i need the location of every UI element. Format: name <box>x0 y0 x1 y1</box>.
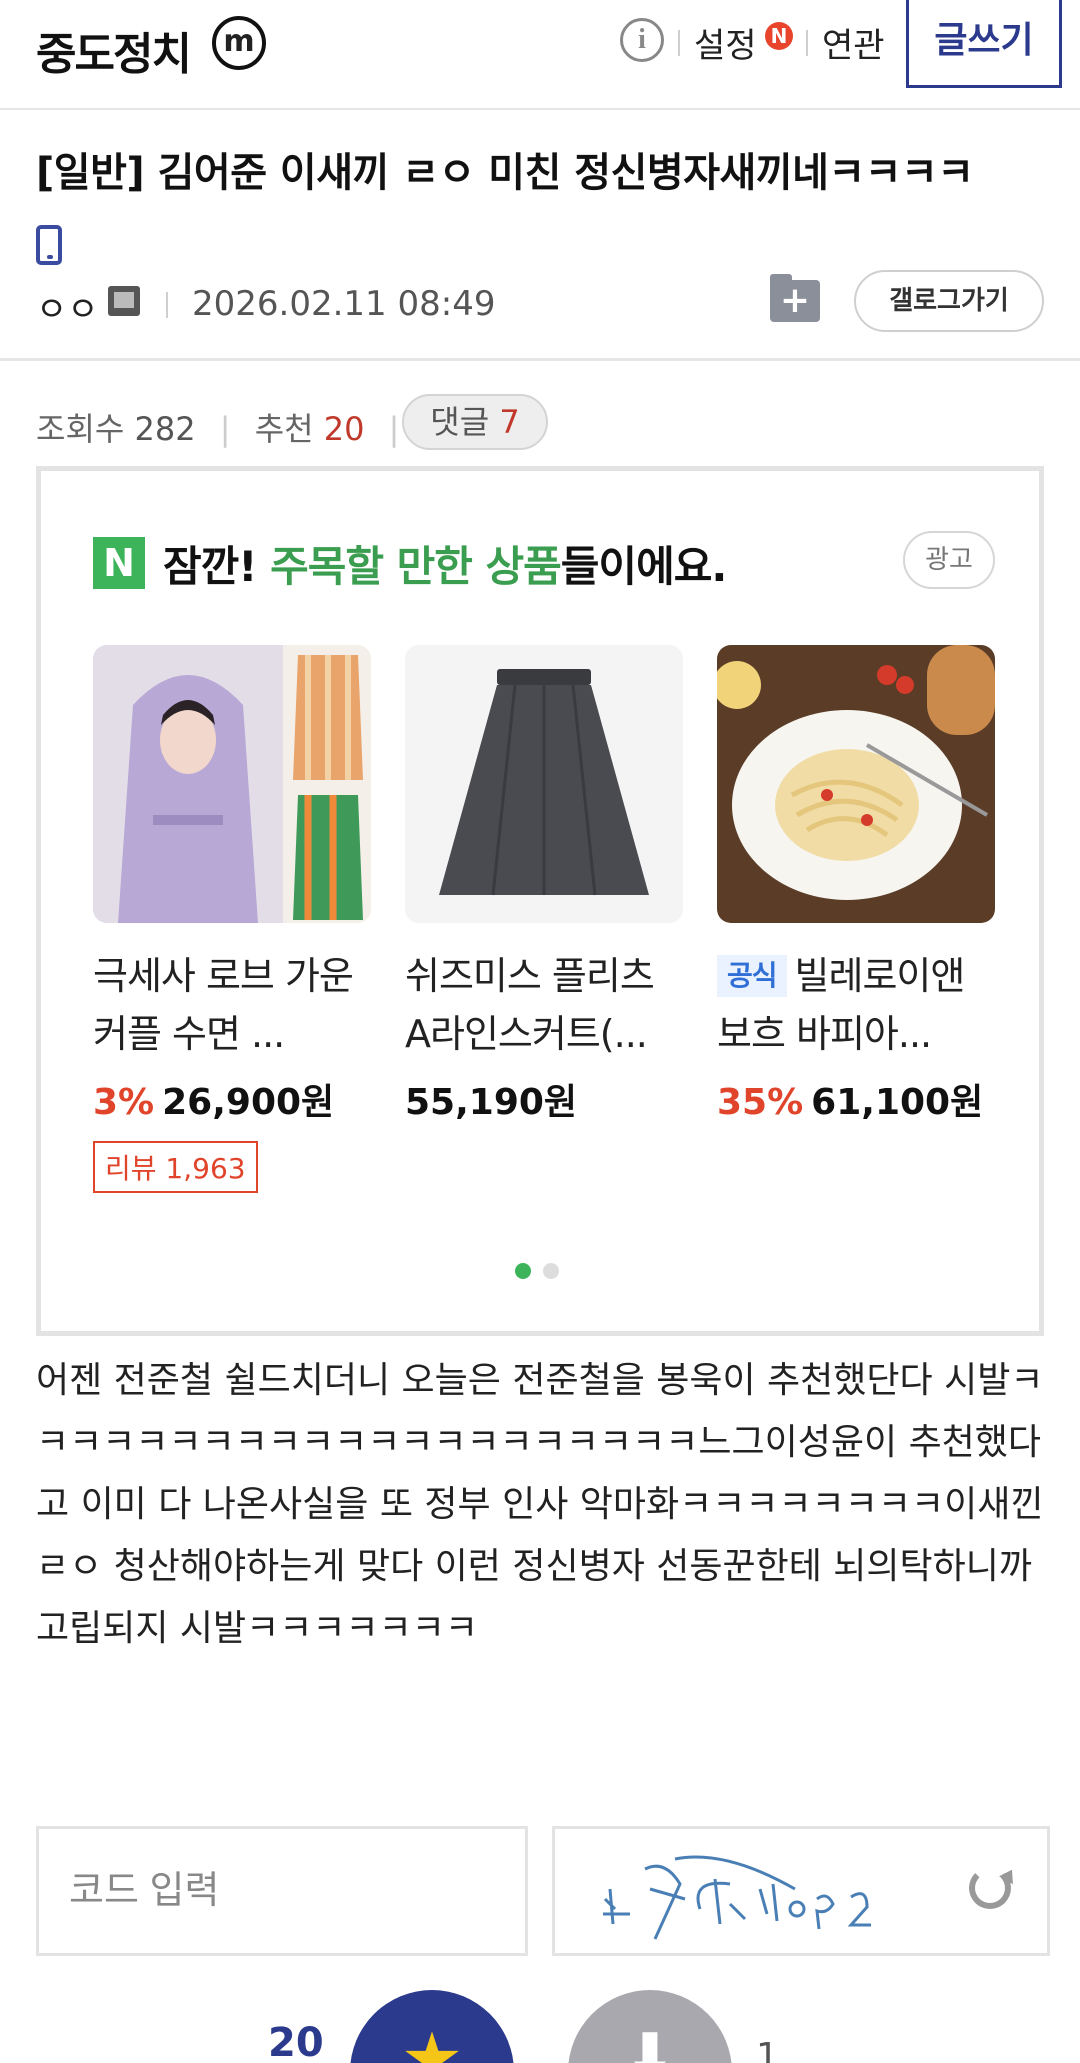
divider <box>678 30 680 56</box>
upvote-count: 20 <box>268 2020 324 2063</box>
product-card[interactable]: 극세사 로브 가운 커플 수면 ... 3% 26,900원 리뷰 1,963 <box>93 645 371 1193</box>
page-dot-active[interactable] <box>515 1263 531 1279</box>
post-title: [일반] 김어준 이새끼 ㄹㅇ 미친 정신병자새끼네ㅋㅋㅋㅋ <box>36 140 1046 272</box>
views-count: 282 <box>134 410 196 448</box>
ad-badge[interactable]: 광고 <box>903 531 995 589</box>
ad-title: 잠깐! 주목할 만한 상품들이에요. <box>163 533 728 594</box>
ad-box: N 잠깐! 주목할 만한 상품들이에요. 광고 극세사 로브 가운 커플 수면 … <box>36 466 1044 1336</box>
recommend-label: 추천 <box>254 410 314 448</box>
divider: | <box>388 410 400 448</box>
down-arrow-icon: ⬇ <box>624 2021 676 2063</box>
new-badge: N <box>765 22 793 50</box>
product-name[interactable]: 공식 빌레로이앤보흐 바피아... <box>717 947 995 1063</box>
product-price: 3% 26,900원 <box>93 1073 371 1125</box>
product-card[interactable]: 공식 빌레로이앤보흐 바피아... 35% 61,100원 <box>717 645 995 1125</box>
product-price: 55,190원 <box>405 1073 683 1125</box>
product-price-value: 26,900원 <box>162 1082 335 1123</box>
upvote-button[interactable]: ★ <box>350 1990 514 2063</box>
info-icon[interactable]: i <box>620 18 664 62</box>
captcha-input[interactable]: 코드 입력 <box>36 1826 528 1956</box>
comment-count: 7 <box>499 403 520 441</box>
ad-title-highlight: 주목할 만한 상품 <box>270 542 562 591</box>
carousel-pagination <box>515 1263 571 1283</box>
related-link[interactable]: 연관 <box>822 18 885 67</box>
post-date: 2026.02.11 08:49 <box>192 284 496 324</box>
minor-gallery-icon: m <box>212 16 266 70</box>
page-dot[interactable] <box>543 1263 559 1279</box>
divider <box>166 292 168 318</box>
captcha-image <box>552 1826 1050 1956</box>
post-body: 어젠 전준철 쉴드치더니 오늘은 전준철을 봉욱이 추천했단다 시발ㅋㅋㅋㅋㅋㅋ… <box>36 1360 1044 1649</box>
fixed-nick-icon <box>108 286 140 316</box>
mobile-icon <box>36 225 62 265</box>
ad-title-post: 들이에요. <box>560 542 728 591</box>
product-discount: 3% <box>93 1082 155 1123</box>
review-badge: 리뷰 1,963 <box>93 1141 258 1193</box>
top-bar: 중도정치 m i 설정 N 연관 글쓰기 <box>0 0 1080 110</box>
product-price-value: 61,100원 <box>811 1082 984 1123</box>
product-card[interactable]: 쉬즈미스 플리츠 A라인스커트(... 55,190원 <box>405 645 683 1125</box>
product-image[interactable] <box>405 645 683 923</box>
divider: | <box>219 410 231 448</box>
refresh-icon[interactable] <box>969 1867 1011 1909</box>
star-icon: ★ <box>400 2017 464 2063</box>
downvote-count: 1 <box>756 2036 779 2063</box>
comment-label: 댓글 <box>430 403 490 441</box>
ad-title-pre: 잠깐! <box>163 542 271 591</box>
views-label: 조회수 <box>36 410 125 448</box>
product-discount: 35% <box>717 1082 804 1123</box>
post-stats: 조회수 282 | 추천 20 | <box>36 404 413 450</box>
add-folder-icon[interactable] <box>770 274 820 322</box>
comment-button[interactable]: 댓글 7 <box>402 394 548 450</box>
recommend-count: 20 <box>323 410 365 448</box>
product-price: 35% 61,100원 <box>717 1073 995 1125</box>
gallog-button[interactable]: 갤로그가기 <box>854 270 1044 332</box>
product-image[interactable] <box>717 645 995 923</box>
captcha-scribble <box>603 1855 871 1940</box>
official-badge: 공식 <box>717 955 787 997</box>
divider <box>806 30 808 56</box>
product-price-value: 55,190원 <box>405 1082 578 1123</box>
gallery-name[interactable]: 중도정치 <box>36 18 192 82</box>
downvote-button[interactable]: ⬇ <box>568 1990 732 2063</box>
settings-link[interactable]: 설정 <box>694 18 757 67</box>
divider <box>0 358 1080 361</box>
product-name[interactable]: 쉬즈미스 플리츠 A라인스커트(... <box>405 947 683 1063</box>
naver-logo-icon: N <box>93 537 145 589</box>
product-image[interactable] <box>93 645 371 923</box>
product-name[interactable]: 극세사 로브 가운 커플 수면 ... <box>93 947 371 1063</box>
write-button[interactable]: 글쓰기 <box>906 0 1062 88</box>
post-title-text: [일반] 김어준 이새끼 ㄹㅇ 미친 정신병자새끼네ㅋㅋㅋㅋ <box>36 150 974 196</box>
author-name[interactable]: ㅇㅇ <box>36 282 99 331</box>
